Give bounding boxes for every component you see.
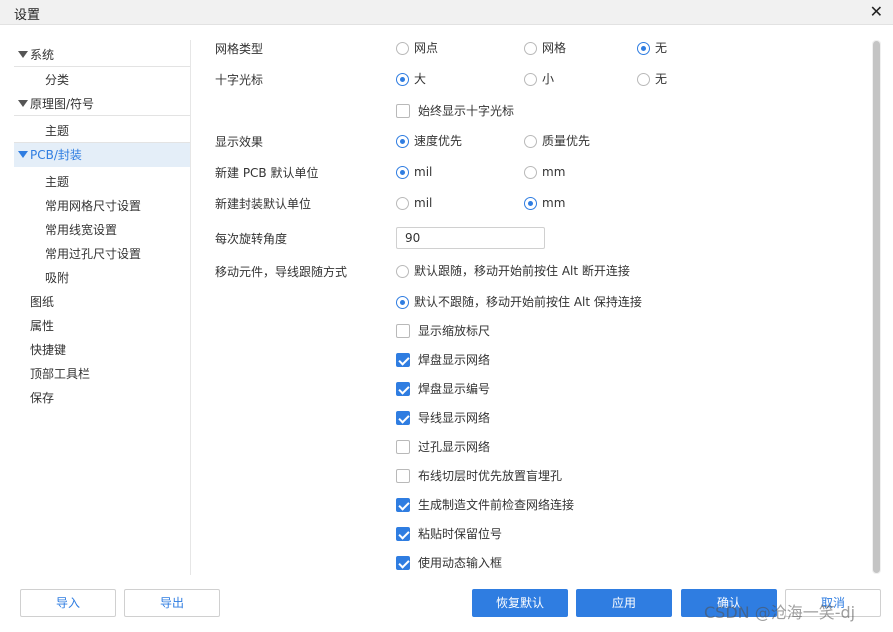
import-button[interactable]: 导入 (20, 589, 116, 617)
grid-type-label: 网格类型 (215, 42, 264, 56)
sidebar-item-schematic-symbol[interactable]: 原理图/符号 (14, 92, 190, 116)
footprint-unit-label: 新建封装默认单位 (215, 197, 312, 211)
checkbox[interactable] (396, 411, 410, 425)
rotation-angle-input[interactable] (396, 227, 545, 249)
sidebar-item-save[interactable]: 保存 (14, 386, 190, 410)
sidebar-item-via-sizes[interactable]: 常用过孔尺寸设置 (14, 242, 190, 266)
sidebar-item-label: 保存 (30, 391, 55, 405)
checkbox[interactable] (396, 324, 410, 338)
settings-sidebar: 系统 分类 原理图/符号 主题 PCB/封装 主题 常用网格尺寸设置 常用线宽设… (14, 41, 190, 576)
checkbox[interactable] (396, 440, 410, 454)
sidebar-item-label: 系统 (30, 48, 55, 62)
checkbox[interactable] (396, 498, 410, 512)
checkbox[interactable] (396, 353, 410, 367)
move-mode-label: 移动元件，导线跟随方式 (215, 265, 348, 279)
radio-button[interactable] (524, 135, 537, 148)
sidebar-item-pcb-theme[interactable]: 主题 (14, 170, 190, 194)
sidebar-item-label: 快捷键 (30, 343, 67, 357)
checkbox[interactable] (396, 556, 410, 570)
title-bar: 设置 ✕ (0, 0, 893, 25)
sidebar-item-label: 吸附 (45, 271, 70, 285)
radio-button[interactable] (637, 73, 650, 86)
sidebar-item-pcb-footprint[interactable]: PCB/封装 (14, 143, 190, 167)
sidebar-item-category[interactable]: 分类 (14, 68, 190, 92)
caret-down-icon[interactable] (18, 151, 28, 158)
pcb-unit-label: 新建 PCB 默认单位 (215, 166, 319, 180)
sidebar-item-schematic-theme[interactable]: 主题 (14, 119, 190, 143)
close-icon[interactable]: ✕ (870, 1, 883, 23)
sidebar-item-label: 常用网格尺寸设置 (45, 199, 142, 213)
checkbox[interactable] (396, 469, 410, 483)
sidebar-item-top-toolbar[interactable]: 顶部工具栏 (14, 362, 190, 386)
radio-button[interactable] (396, 265, 409, 278)
rotation-label: 每次旋转角度 (215, 232, 288, 246)
reset-defaults-button[interactable]: 恢复默认 (472, 589, 568, 617)
checkbox[interactable] (396, 104, 410, 118)
crosshair-label: 十字光标 (215, 73, 264, 87)
sidebar-item-label: 属性 (30, 319, 55, 333)
caret-down-icon[interactable] (18, 100, 28, 107)
checkbox[interactable] (396, 527, 410, 541)
apply-button[interactable]: 应用 (576, 589, 672, 617)
window-title: 设置 (14, 8, 41, 23)
export-button[interactable]: 导出 (124, 589, 220, 617)
scrollbar-thumb[interactable] (873, 41, 880, 573)
radio-button[interactable] (524, 197, 537, 210)
sidebar-item-system[interactable]: 系统 (14, 43, 190, 67)
sidebar-item-label: 主题 (45, 124, 70, 138)
watermark: CSDN @沧海一笑-dj (704, 603, 856, 622)
radio-button[interactable] (637, 42, 650, 55)
sidebar-item-label: 图纸 (30, 295, 55, 309)
checkbox[interactable] (396, 382, 410, 396)
caret-down-icon[interactable] (18, 51, 28, 58)
sidebar-item-snap[interactable]: 吸附 (14, 266, 190, 290)
radio-button[interactable] (396, 166, 409, 179)
sidebar-item-shortcuts[interactable]: 快捷键 (14, 338, 190, 362)
sidebar-item-label: 分类 (45, 73, 70, 87)
sidebar-item-label: 常用过孔尺寸设置 (45, 247, 142, 261)
radio-button[interactable] (396, 42, 409, 55)
sidebar-item-properties[interactable]: 属性 (14, 314, 190, 338)
sidebar-item-label: 主题 (45, 175, 70, 189)
sidebar-item-label: 原理图/符号 (30, 97, 95, 111)
radio-button[interactable] (396, 135, 409, 148)
sidebar-item-label: 顶部工具栏 (30, 367, 91, 381)
radio-button[interactable] (396, 73, 409, 86)
radio-button[interactable] (524, 42, 537, 55)
radio-button[interactable] (396, 197, 409, 210)
sidebar-item-label: PCB/封装 (30, 148, 82, 162)
settings-panel: 网格类型 网点 网格 无 十字光标 大 小 无 始终显示十字光标 显示效果 速度… (191, 30, 871, 578)
display-effect-label: 显示效果 (215, 135, 264, 149)
sidebar-item-drawing[interactable]: 图纸 (14, 290, 190, 314)
sidebar-item-grid-sizes[interactable]: 常用网格尺寸设置 (14, 194, 190, 218)
sidebar-item-track-widths[interactable]: 常用线宽设置 (14, 218, 190, 242)
radio-button[interactable] (524, 166, 537, 179)
sidebar-item-label: 常用线宽设置 (45, 223, 118, 237)
radio-button[interactable] (396, 296, 409, 309)
radio-button[interactable] (524, 73, 537, 86)
